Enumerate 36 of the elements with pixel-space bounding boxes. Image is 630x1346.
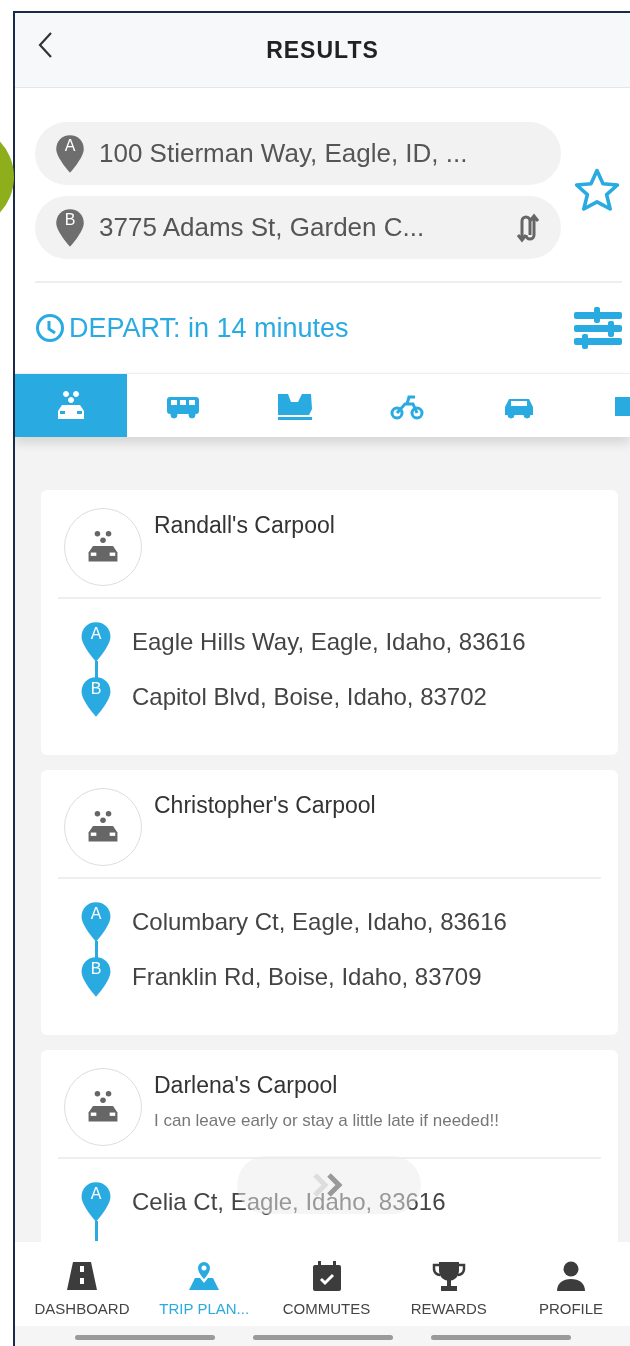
result-card[interactable]: Darlena's Carpool I can leave early or stay a little late if needed!! A Celia Ct, Eagle, Idaho, 83616 [41,1050,618,1242]
stop-address: Celia Ct, Eagle, Idaho, 83616 [132,1188,446,1216]
screen-title: RESULTS [266,36,379,64]
carpool-name: Darlena's Carpool [154,1072,339,1099]
map-pin: B [80,956,112,998]
mode-tab[interactable] [15,374,127,437]
carpool-name: Christopher's Carpool [154,792,376,819]
nav-tab[interactable]: REWARDS [389,1260,508,1326]
road-icon [65,1260,99,1292]
nav-tab[interactable]: COMMUTES [267,1260,386,1326]
address-field[interactable]: B 3775 Adams St, Garden C... [35,196,561,259]
map-pin: A [80,1181,112,1223]
back-icon[interactable] [37,31,53,59]
result-card[interactable]: Randall's Carpool A Eagle Hills Way, Eagle, Idaho, 83616 B Capitol Blvd, Boise, Idaho, 83702 [41,490,618,755]
filter-icon[interactable] [574,307,622,349]
map-pin: B [80,676,112,718]
person-icon [554,1260,588,1292]
nav-tab[interactable]: PROFILE [512,1260,630,1326]
carpool-note: I can leave early or stay a little late if needed!! [154,1111,499,1131]
address-field[interactable]: A 100 Stierman Way, Eagle, ID, ... [35,122,561,185]
map-pin: A [55,133,85,174]
map-pin-icon [187,1260,222,1292]
stop-address: Eagle Hills Way, Eagle, Idaho, 83616 [132,628,526,656]
stop-address: Columbary Ct, Eagle, Idaho, 83616 [132,908,507,936]
route-line [95,1221,98,1241]
carpool-name: Randall's Carpool [154,512,335,539]
map-pin: A [80,901,112,943]
clock-icon [35,313,65,343]
mode-tab[interactable] [127,374,239,437]
trophy-icon [431,1260,466,1292]
stop-address: Franklin Rd, Boise, Idaho, 83709 [132,963,482,991]
map-pin: B [55,207,85,248]
map-pin: A [80,621,112,663]
result-card[interactable]: Christopher's Carpool A Columbary Ct, Eagle, Idaho, 83616 B Franklin Rd, Boise, Idaho, 83709 [41,770,618,1035]
stop-address: Capitol Blvd, Boise, Idaho, 83702 [132,683,487,711]
nav-tab[interactable]: DASHBOARD [23,1260,141,1326]
